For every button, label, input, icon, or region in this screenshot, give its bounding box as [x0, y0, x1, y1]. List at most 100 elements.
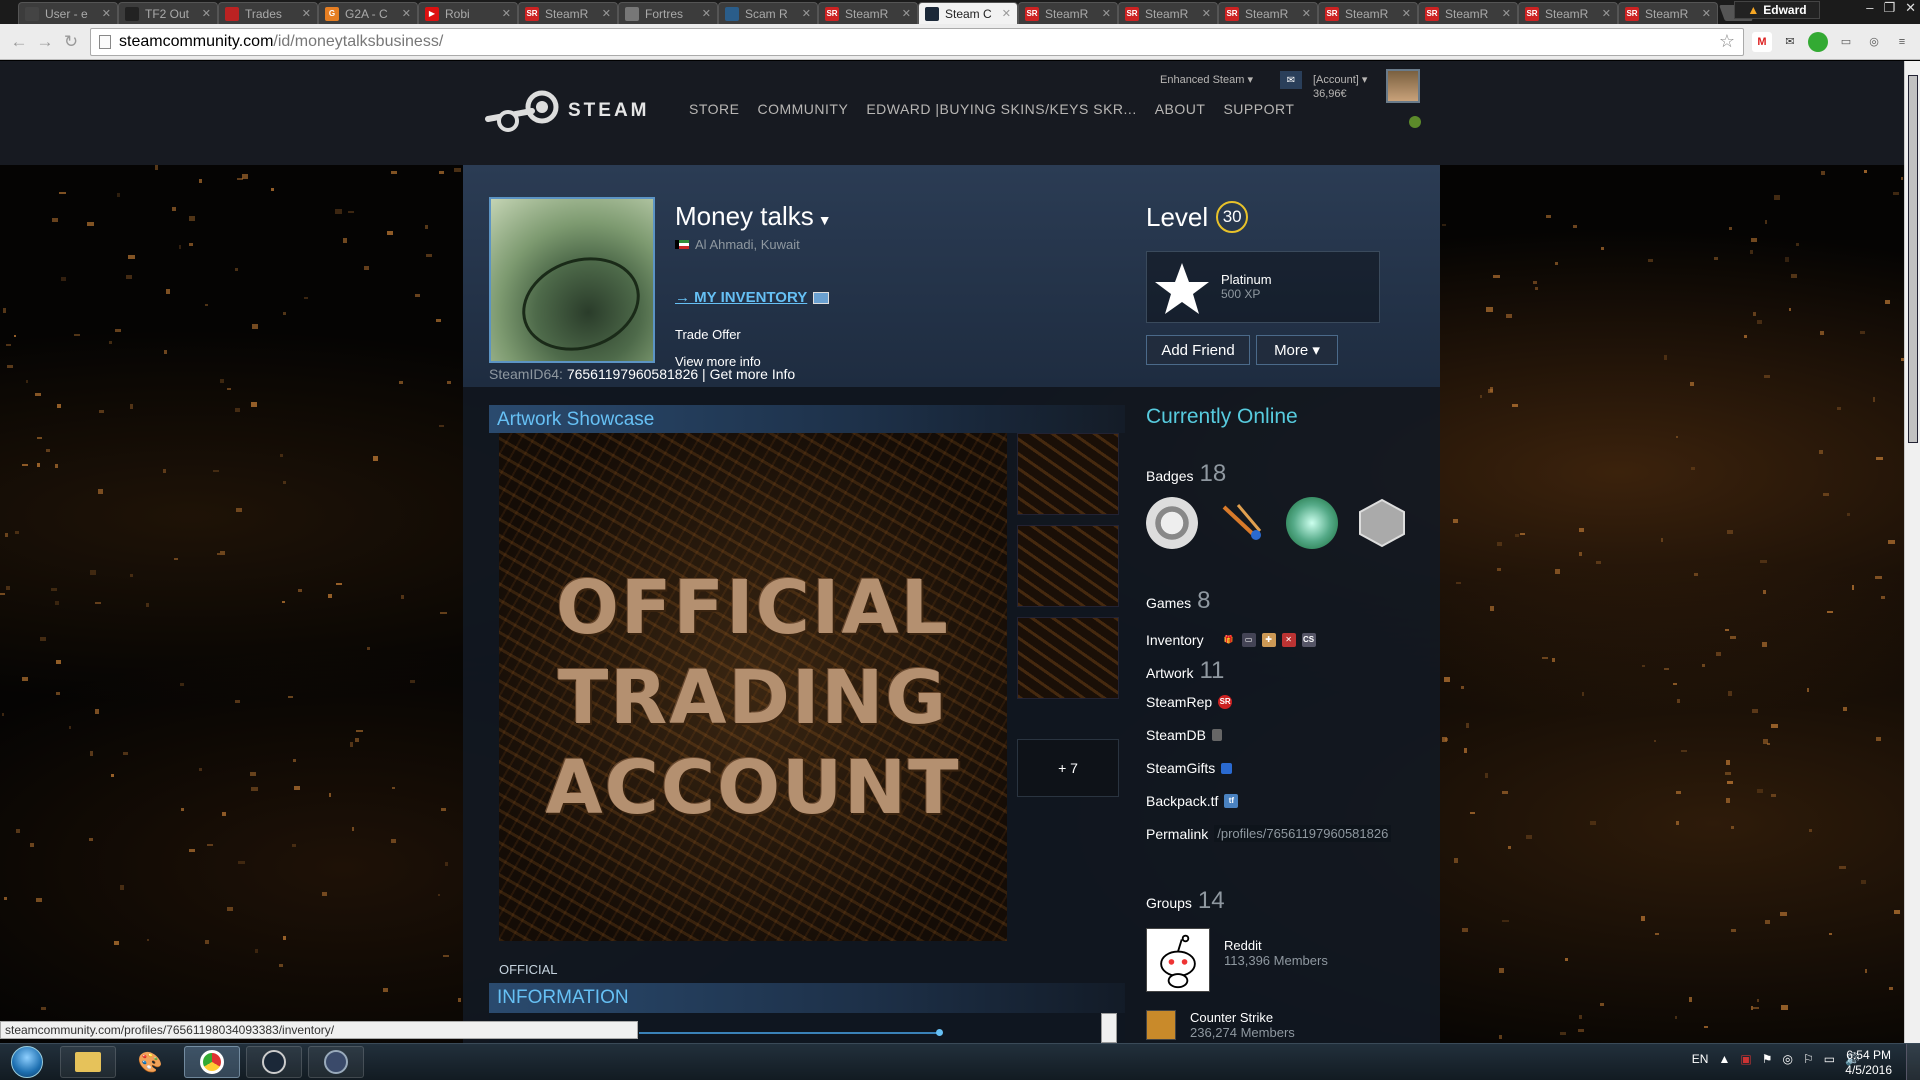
browser-tab[interactable]: SR SteamR ✕	[1518, 2, 1618, 24]
tab-close-icon[interactable]: ✕	[1502, 7, 1511, 20]
browser-tab[interactable]: SR SteamR ✕	[1618, 2, 1718, 24]
tab-close-icon[interactable]: ✕	[1102, 7, 1111, 20]
show-desktop-button[interactable]	[1906, 1044, 1920, 1080]
gift-icon[interactable]: 🎁	[1222, 633, 1236, 647]
envelope-extension-icon[interactable]: ✉	[1780, 32, 1800, 52]
nav-support[interactable]: SUPPORT	[1223, 101, 1294, 117]
bookmark-star-icon[interactable]: ☆	[1719, 31, 1735, 52]
monitor-icon[interactable]: ▭	[1824, 1052, 1835, 1066]
badge-sparks-icon[interactable]	[1216, 497, 1268, 549]
taskbar-paint[interactable]: 🎨	[122, 1046, 178, 1078]
language-indicator[interactable]: EN	[1692, 1052, 1709, 1066]
taskbar-steam[interactable]	[246, 1046, 302, 1078]
nav-about[interactable]: ABOUT	[1155, 101, 1206, 117]
restore-icon[interactable]: ❐	[1883, 0, 1895, 16]
tray-app-icon[interactable]: ▣	[1740, 1052, 1751, 1066]
browser-tab[interactable]: Fortres ✕	[618, 2, 718, 24]
showcase-thumbnail-3[interactable]	[1017, 617, 1119, 699]
browser-tab[interactable]: SR SteamR ✕	[1018, 2, 1118, 24]
browser-tab[interactable]: Trades ✕	[218, 2, 318, 24]
tab-close-icon[interactable]: ✕	[602, 7, 611, 20]
steamrep-link[interactable]: SteamRep SR	[1146, 694, 1233, 710]
taskbar-app[interactable]	[308, 1046, 364, 1078]
get-more-info-link[interactable]: Get more Info	[710, 366, 796, 382]
badges-link[interactable]: Badges 18	[1146, 460, 1226, 488]
tray-steam-icon[interactable]: ◎	[1782, 1052, 1792, 1066]
inventory-link[interactable]: Inventory 🎁 ▭ ✚ ✕ CS	[1146, 632, 1316, 648]
tab-close-icon[interactable]: ✕	[102, 7, 111, 20]
level-badge[interactable]: 30	[1216, 201, 1249, 233]
tab-close-icon[interactable]: ✕	[1702, 7, 1711, 20]
showcase-thumbnail-2[interactable]	[1017, 525, 1119, 607]
badge-hexagon-icon[interactable]	[1356, 497, 1408, 549]
tab-close-icon[interactable]: ✕	[1402, 7, 1411, 20]
tab-close-icon[interactable]: ✕	[702, 7, 711, 20]
information-scrollbar[interactable]	[1101, 1013, 1117, 1043]
nav-community[interactable]: COMMUNITY	[757, 101, 848, 117]
showcase-more-button[interactable]: + 7	[1017, 739, 1119, 797]
browser-tab[interactable]: User - e ✕	[18, 2, 118, 24]
green-circle-extension-icon[interactable]	[1808, 31, 1828, 52]
browser-tab[interactable]: SR SteamR ✕	[1418, 2, 1518, 24]
groups-link[interactable]: Groups 14	[1146, 887, 1225, 915]
page-scrollbar-thumb[interactable]	[1908, 75, 1918, 443]
tab-close-icon[interactable]: ✕	[1602, 7, 1611, 20]
menu-icon[interactable]: ≡	[1892, 32, 1912, 52]
csgo-icon[interactable]: CS	[1301, 633, 1316, 647]
artwork-link[interactable]: Artwork 11	[1146, 657, 1224, 685]
tab-close-icon[interactable]: ✕	[1002, 7, 1011, 20]
browser-tab[interactable]: Steam C ✕	[918, 2, 1018, 24]
backpacktf-link[interactable]: Backpack.tf tf	[1146, 793, 1239, 809]
group-item[interactable]: Counter Strike 236,274 Members	[1146, 1010, 1295, 1040]
clock[interactable]: 6:54 PM 4/5/2016	[1845, 1048, 1892, 1078]
my-inventory-text[interactable]: → MY INVENTORY	[675, 289, 807, 306]
tab-close-icon[interactable]: ✕	[902, 7, 911, 20]
browser-tab[interactable]: ▶ Robi ✕	[418, 2, 518, 24]
nav-username[interactable]: EDWARD |BUYING SKINS/KEYS SKR...	[866, 101, 1136, 117]
browser-tab[interactable]: SR SteamR ✕	[1118, 2, 1218, 24]
notification-envelope-icon[interactable]: ✉	[1280, 71, 1302, 89]
tab-close-icon[interactable]: ✕	[1202, 7, 1211, 20]
group-item[interactable]: Reddit 113,396 Members	[1146, 928, 1328, 992]
minimize-icon[interactable]: –	[1866, 0, 1873, 16]
persona-name[interactable]: Money talks ▼	[675, 201, 832, 232]
showcase-main-artwork[interactable]: OFFICIAL TRADING ACCOUNT	[499, 433, 1007, 941]
showcase-thumbnail-1[interactable]	[1017, 433, 1119, 515]
trade-offer-link[interactable]: Trade Offer	[675, 327, 741, 342]
badge-ring-icon[interactable]	[1146, 497, 1198, 549]
permalink-value[interactable]: /profiles/76561197960581826	[1214, 825, 1392, 842]
tab-close-icon[interactable]: ✕	[302, 7, 311, 20]
tab-close-icon[interactable]: ✕	[402, 7, 411, 20]
games-link[interactable]: Games 8	[1146, 587, 1210, 615]
more-button[interactable]: More ▾	[1256, 335, 1338, 365]
header-avatar[interactable]	[1386, 69, 1420, 103]
tab-close-icon[interactable]: ✕	[202, 7, 211, 20]
badge-tree-icon[interactable]	[1286, 497, 1338, 549]
add-friend-button[interactable]: Add Friend	[1146, 335, 1250, 365]
steamdb-link[interactable]: SteamDB	[1146, 727, 1222, 743]
enhanced-steam-menu[interactable]: Enhanced Steam ▾	[1160, 73, 1253, 86]
steam-logo[interactable]: STEAM	[482, 89, 650, 133]
start-button[interactable]	[2, 1046, 52, 1078]
my-inventory-link[interactable]: → MY INVENTORY	[675, 289, 830, 306]
group-name[interactable]: Reddit	[1224, 938, 1328, 953]
reload-icon[interactable]: ↻	[60, 32, 82, 52]
steam-extension-icon[interactable]: ◎	[1864, 32, 1884, 52]
card-icon[interactable]: ▭	[1241, 633, 1256, 647]
gmail-extension-icon[interactable]: M	[1752, 31, 1772, 52]
tray-expand-icon[interactable]: ▲	[1718, 1052, 1730, 1066]
chrome-profile-button[interactable]: ▲ Edward	[1734, 1, 1820, 19]
close-icon[interactable]: ✕	[1905, 0, 1916, 16]
url-text[interactable]: steamcommunity.com/id/moneytalksbusiness…	[119, 33, 1719, 51]
tab-close-icon[interactable]: ✕	[802, 7, 811, 20]
taskbar-chrome[interactable]	[184, 1046, 240, 1078]
forward-icon[interactable]: →	[34, 32, 56, 52]
browser-tab[interactable]: G G2A - C ✕	[318, 2, 418, 24]
tab-close-icon[interactable]: ✕	[1302, 7, 1311, 20]
browser-tab[interactable]: SR SteamR ✕	[1218, 2, 1318, 24]
browser-tab[interactable]: SR SteamR ✕	[1318, 2, 1418, 24]
tf2-icon[interactable]: ✕	[1281, 633, 1296, 647]
browser-tab[interactable]: SR SteamR ✕	[818, 2, 918, 24]
nav-store[interactable]: STORE	[689, 101, 739, 117]
back-icon[interactable]: ←	[8, 32, 30, 52]
